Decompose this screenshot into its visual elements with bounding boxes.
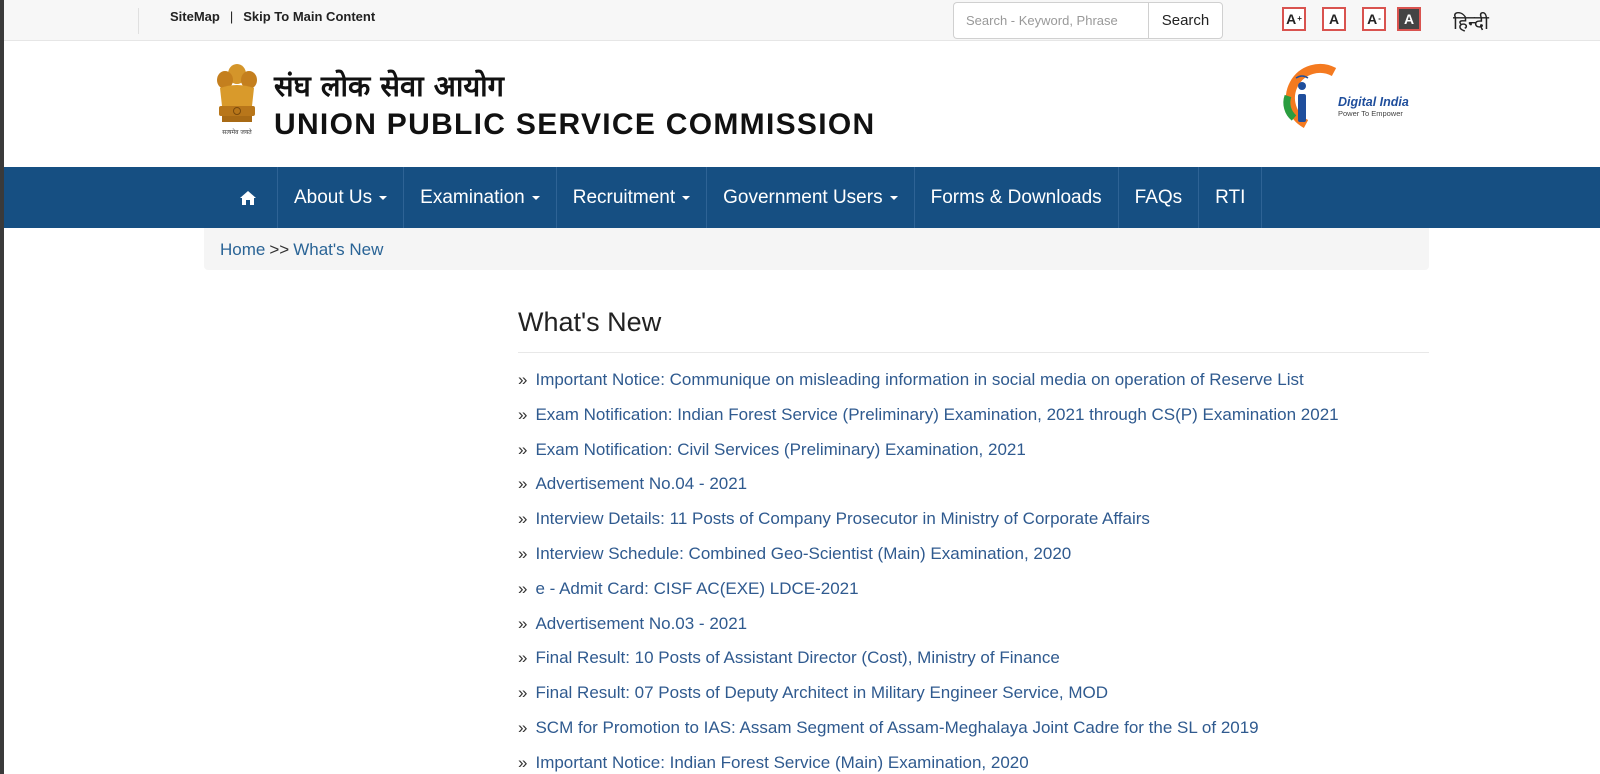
list-item: » Interview Schedule: Combined Geo-Scient… xyxy=(518,543,1339,578)
digital-india-logo[interactable]: Digital India Power To Empower xyxy=(1276,60,1416,134)
chevron-down-icon xyxy=(531,195,540,200)
news-link[interactable]: SCM for Promotion to IAS: Assam Segment … xyxy=(535,718,1258,737)
list-item: » Important Notice: Indian Forest Service… xyxy=(518,752,1339,774)
list-item: » Important Notice: Communique on mislead… xyxy=(518,369,1339,404)
breadcrumb: Home >> What's New xyxy=(204,228,1429,270)
nav-menu: About Us Examination Recruitment Governm… xyxy=(219,167,1263,228)
nav-rti-label: RTI xyxy=(1215,186,1246,208)
skip-to-main-link[interactable]: Skip To Main Content xyxy=(243,9,375,24)
bullet: » xyxy=(518,648,528,668)
nav-home[interactable] xyxy=(219,167,278,228)
chevron-down-icon xyxy=(889,195,898,200)
font-increase-label: A xyxy=(1286,11,1297,27)
bullet: » xyxy=(518,543,528,563)
sitemap-link[interactable]: SiteMap xyxy=(170,9,220,24)
divider xyxy=(138,8,139,34)
whats-new-list: » Important Notice: Communique on mislead… xyxy=(518,369,1339,774)
news-link[interactable]: Advertisement No.03 - 2021 xyxy=(535,614,747,633)
news-link[interactable]: Interview Details: 11 Posts of Company P… xyxy=(535,509,1149,528)
chevron-down-icon xyxy=(379,195,388,200)
breadcrumb-home[interactable]: Home xyxy=(220,240,265,259)
bullet: » xyxy=(518,404,528,424)
digital-india-text: Digital India xyxy=(1338,95,1409,109)
list-item: » SCM for Promotion to IAS: Assam Segment… xyxy=(518,717,1339,752)
bullet: » xyxy=(518,752,528,772)
nav-examination[interactable]: Examination xyxy=(404,167,557,228)
link-separator: | xyxy=(229,9,234,24)
high-contrast-label: A xyxy=(1403,11,1415,27)
news-link[interactable]: Final Result: 10 Posts of Assistant Dire… xyxy=(535,648,1059,667)
list-item: » Interview Details: 11 Posts of Company … xyxy=(518,508,1339,543)
window-edge xyxy=(0,0,4,774)
font-normal-button[interactable]: A xyxy=(1322,7,1346,31)
bullet: » xyxy=(518,509,528,529)
news-link[interactable]: e - Admit Card: CISF AC(EXE) LDCE-2021 xyxy=(535,579,858,598)
list-item: » Advertisement No.03 - 2021 xyxy=(518,613,1339,648)
home-icon xyxy=(240,190,256,205)
bullet: » xyxy=(518,474,528,494)
news-link[interactable]: Exam Notification: Indian Forest Service… xyxy=(535,405,1338,424)
national-emblem-icon[interactable]: सत्यमेव जयते xyxy=(210,60,264,138)
site-title-hindi: संघ लोक सेवा आयोग xyxy=(274,69,505,103)
news-link[interactable]: Interview Schedule: Combined Geo-Scienti… xyxy=(535,544,1071,563)
bullet: » xyxy=(518,613,528,633)
high-contrast-button[interactable]: A xyxy=(1397,7,1421,31)
news-link[interactable]: Advertisement No.04 - 2021 xyxy=(535,474,747,493)
nav-government-users-label: Government Users xyxy=(723,186,883,208)
top-links: SiteMap | Skip To Main Content xyxy=(170,9,375,24)
news-link[interactable]: Final Result: 07 Posts of Deputy Archite… xyxy=(535,683,1108,702)
chevron-down-icon xyxy=(682,195,691,200)
nav-faqs-label: FAQs xyxy=(1134,186,1183,208)
list-item: » Final Result: 07 Posts of Deputy Archit… xyxy=(518,682,1339,717)
nav-about-us-label: About Us xyxy=(294,186,373,208)
nav-recruitment-label: Recruitment xyxy=(572,186,676,208)
news-link[interactable]: Important Notice: Communique on misleadi… xyxy=(535,370,1303,389)
search-input[interactable] xyxy=(953,2,1148,39)
title-divider xyxy=(518,352,1429,353)
font-normal-label: A xyxy=(1328,11,1340,27)
font-decrease-button[interactable]: A- xyxy=(1362,7,1386,31)
search-button[interactable]: Search xyxy=(1148,2,1223,39)
nav-faqs[interactable]: FAQs xyxy=(1119,167,1200,228)
digital-india-tagline: Power To Empower xyxy=(1338,109,1403,118)
bullet: » xyxy=(518,683,528,703)
news-link[interactable]: Exam Notification: Civil Services (Preli… xyxy=(535,440,1025,459)
bullet: » xyxy=(518,439,528,459)
font-decrease-label: A xyxy=(1367,11,1378,27)
breadcrumb-current[interactable]: What's New xyxy=(293,240,383,259)
list-item: » Advertisement No.04 - 2021 xyxy=(518,473,1339,508)
list-item: » Exam Notification: Indian Forest Servic… xyxy=(518,404,1339,439)
hindi-language-link[interactable]: हिन्दी xyxy=(1453,9,1489,35)
plus-sign: + xyxy=(1297,14,1302,23)
news-link[interactable]: Important Notice: Indian Forest Service … xyxy=(535,753,1028,772)
list-item: » Exam Notification: Civil Services (Prel… xyxy=(518,439,1339,474)
nav-examination-label: Examination xyxy=(420,186,525,208)
font-increase-button[interactable]: A + xyxy=(1282,7,1306,31)
breadcrumb-separator: >> xyxy=(269,240,290,259)
site-title-english: UNION PUBLIC SERVICE COMMISSION xyxy=(274,108,876,141)
nav-about-us[interactable]: About Us xyxy=(278,167,405,228)
page-title: What's New xyxy=(518,307,662,337)
bullet: » xyxy=(518,717,528,737)
list-item: » e - Admit Card: CISF AC(EXE) LDCE-2021 xyxy=(518,578,1339,613)
nav-government-users[interactable]: Government Users xyxy=(707,167,915,228)
list-item: » Final Result: 10 Posts of Assistant Dir… xyxy=(518,647,1339,682)
nav-forms-downloads-label: Forms & Downloads xyxy=(930,186,1102,208)
nav-forms-downloads[interactable]: Forms & Downloads xyxy=(915,167,1119,228)
nav-recruitment[interactable]: Recruitment xyxy=(557,167,708,228)
page: SiteMap|Skip To Main Content Search A+ A… xyxy=(0,0,1600,774)
nav-rti[interactable]: RTI xyxy=(1199,167,1263,228)
minus-sign: - xyxy=(1378,14,1381,23)
search-box: Search xyxy=(953,2,1223,39)
emblem-motto: सत्यमेव जयते xyxy=(222,128,252,136)
main-navbar: About Us Examination Recruitment Governm… xyxy=(4,167,1600,228)
bullet: » xyxy=(518,578,528,598)
bullet: » xyxy=(518,370,528,389)
